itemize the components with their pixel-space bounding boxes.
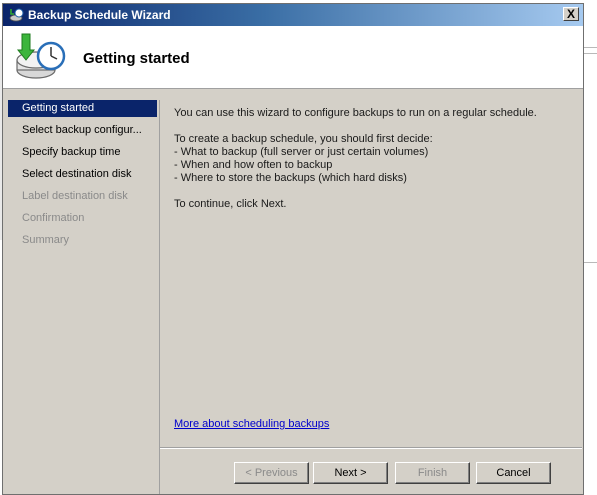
finish-button[interactable]: Finish: [395, 462, 470, 484]
backup-schedule-icon: [16, 33, 66, 79]
bullet-what: - What to backup (full server or just ce…: [174, 146, 429, 158]
background-divider: [584, 47, 597, 48]
next-button[interactable]: Next >: [313, 462, 388, 484]
wizard-header: Getting started: [3, 26, 583, 89]
nav-item-confirmation: Confirmation: [22, 212, 85, 224]
previous-button[interactable]: < Previous: [234, 462, 309, 484]
nav-item-getting-started[interactable]: Getting started: [8, 100, 157, 117]
wizard-window: Backup Schedule Wizard X Getting started…: [2, 3, 584, 495]
nav-item-select-backup-configuration[interactable]: Select backup configur...: [8, 122, 157, 139]
nav-item-specify-backup-time[interactable]: Specify backup time: [8, 144, 157, 161]
wizard-steps-nav: Getting started Select backup configur..…: [6, 100, 160, 494]
cancel-button[interactable]: Cancel: [476, 462, 551, 484]
nav-item-select-destination-disk[interactable]: Select destination disk: [8, 166, 157, 183]
page-title: Getting started: [83, 50, 190, 67]
nav-item-summary: Summary: [22, 234, 70, 246]
wizard-content: You can use this wizard to configure bac…: [160, 89, 582, 449]
more-about-scheduling-link[interactable]: More about scheduling backups: [174, 418, 329, 430]
decide-heading: To create a backup schedule, you should …: [174, 133, 433, 145]
continue-text: To continue, click Next.: [174, 198, 287, 210]
background-divider: [584, 262, 597, 263]
bullet-when: - When and how often to backup: [174, 159, 333, 171]
background-divider: [584, 53, 597, 54]
footer-separator: [160, 447, 582, 449]
backup-app-icon: [9, 8, 24, 22]
nav-item-label-destination-disk: Label destination disk: [22, 190, 128, 202]
intro-text: You can use this wizard to configure bac…: [174, 107, 537, 119]
close-button[interactable]: X: [563, 7, 579, 21]
title-bar[interactable]: Backup Schedule Wizard X: [3, 4, 583, 26]
bullet-where: - Where to store the backups (which hard…: [174, 172, 407, 184]
window-title: Backup Schedule Wizard: [28, 8, 171, 22]
